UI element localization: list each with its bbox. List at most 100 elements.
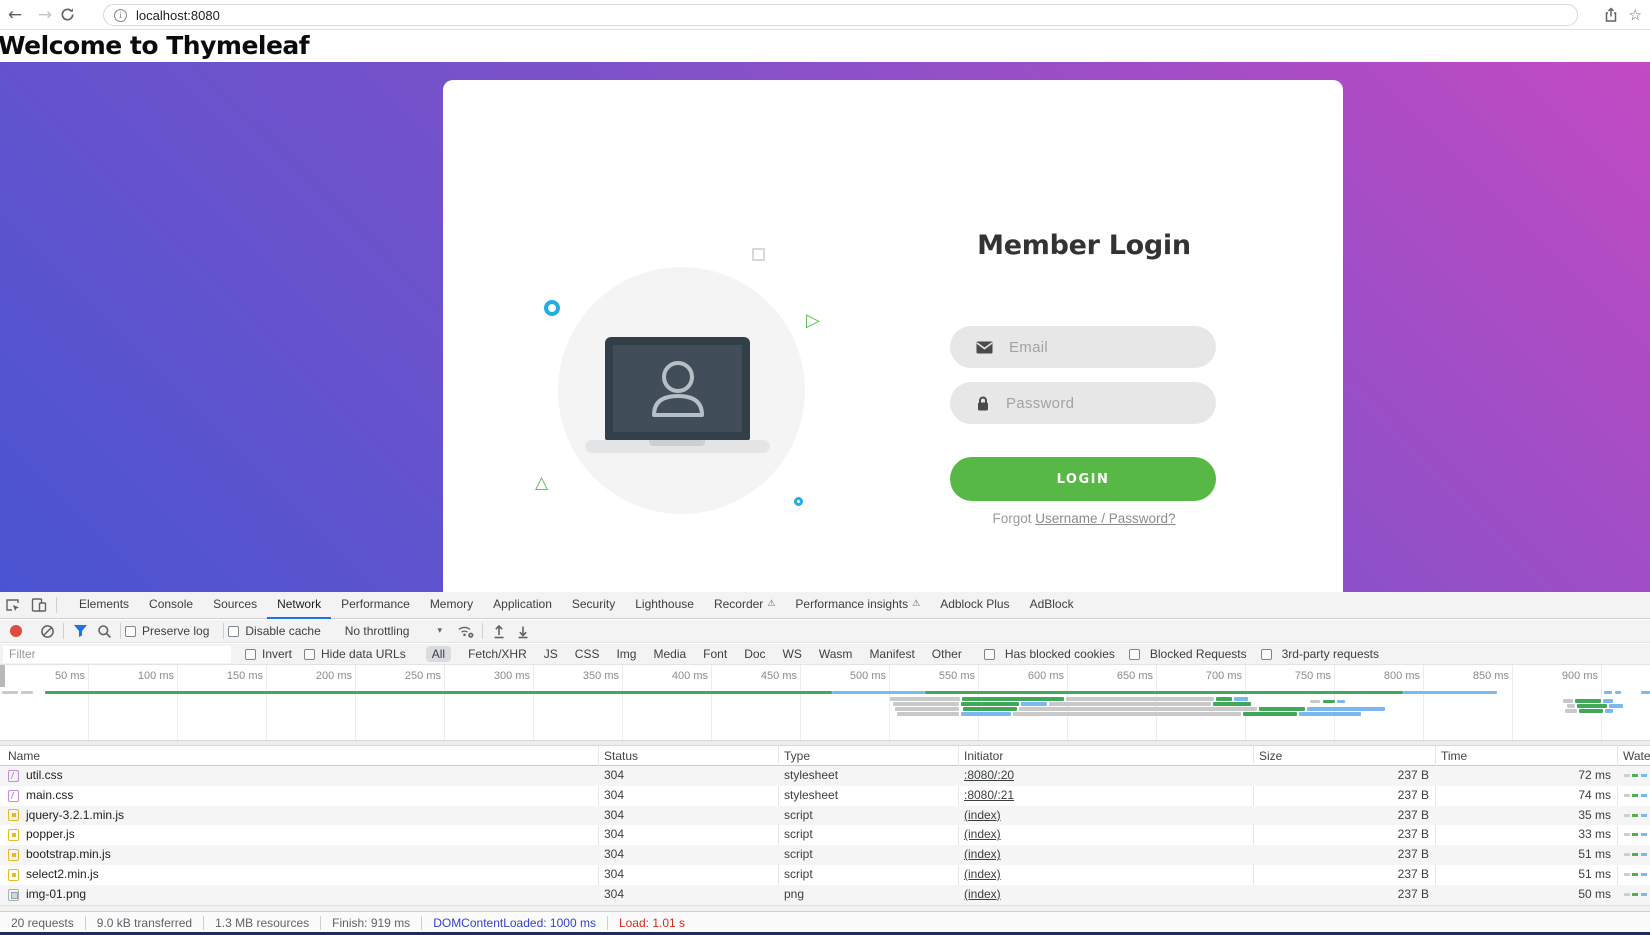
request-type-filter[interactable]: Wasm — [819, 647, 853, 661]
request-type-filter[interactable]: All — [425, 646, 452, 662]
has-blocked-cookies-checkbox[interactable] — [983, 648, 995, 660]
invert-checkbox[interactable] — [245, 648, 256, 660]
col-status[interactable]: Status — [604, 746, 638, 766]
col-time[interactable]: Time — [1441, 746, 1467, 766]
request-row[interactable]: select2.min.js 304 script (index) 237 B … — [0, 865, 1650, 885]
timeline-tick-label: 750 ms — [1294, 670, 1331, 682]
login-button[interactable]: LOGIN — [950, 457, 1216, 501]
request-type-filter[interactable]: Font — [703, 647, 727, 661]
devtools-tab[interactable]: Sources — [203, 592, 267, 619]
throttling-select[interactable]: No throttling ▾ — [345, 624, 442, 638]
request-name[interactable]: select2.min.js — [26, 865, 99, 885]
request-type-filter[interactable]: Doc — [744, 647, 765, 661]
request-name[interactable]: img-01.png — [26, 885, 86, 905]
decor-dot-icon — [794, 497, 803, 506]
devtools-tab[interactable]: Lighthouse — [625, 592, 704, 619]
devtools-tab[interactable]: Performance insights ⚠ — [785, 592, 930, 619]
filter-funnel-icon[interactable] — [68, 621, 92, 641]
request-initiator-link[interactable]: (index) — [964, 847, 1001, 861]
devtools-tab[interactable]: Console — [139, 592, 203, 619]
email-input[interactable] — [1009, 338, 1189, 356]
request-type-filter[interactable]: CSS — [575, 647, 600, 661]
site-info-icon[interactable]: i — [114, 8, 127, 22]
third-party-requests-label[interactable]: 3rd-party requests — [1282, 647, 1379, 661]
request-type-filter[interactable]: Manifest — [869, 647, 914, 661]
share-icon[interactable] — [1603, 7, 1619, 23]
network-filter-row: Invert Hide data URLs All Fetch/XHR JS C… — [0, 644, 1650, 665]
clear-icon[interactable] — [35, 621, 59, 641]
devtools-tab[interactable]: Network — [267, 592, 332, 619]
bookmark-star-icon[interactable]: ☆ — [1629, 6, 1642, 24]
record-icon[interactable] — [10, 625, 22, 637]
col-size[interactable]: Size — [1259, 746, 1282, 766]
preserve-log-checkbox[interactable] — [125, 625, 136, 637]
request-row[interactable]: img-01.png 304 png (index) 237 B 50 ms — [0, 884, 1650, 905]
request-row[interactable]: util.css 304 stylesheet :8080/:20 237 B … — [0, 766, 1650, 786]
waterfall-overview[interactable] — [0, 687, 1650, 740]
request-row[interactable]: jquery-3.2.1.min.js 304 script (index) 2… — [0, 805, 1650, 826]
back-icon[interactable]: ← — [0, 5, 30, 25]
device-toolbar-icon[interactable] — [26, 592, 52, 618]
devtools-tab[interactable]: Performance — [331, 592, 420, 619]
request-row[interactable]: main.css 304 stylesheet :8080/:21 237 B … — [0, 786, 1650, 806]
preserve-log-label[interactable]: Preserve log — [142, 624, 209, 638]
forgot-link[interactable]: Username / Password? — [1035, 511, 1175, 526]
request-type: stylesheet — [784, 768, 839, 782]
laptop-notch — [649, 440, 705, 446]
invert-label[interactable]: Invert — [262, 647, 292, 661]
third-party-requests-checkbox[interactable] — [1260, 648, 1272, 660]
devtools-tab[interactable]: Memory — [420, 592, 483, 619]
forward-icon[interactable]: → — [30, 5, 60, 25]
request-name[interactable]: jquery-3.2.1.min.js — [26, 806, 124, 826]
import-har-icon[interactable] — [487, 621, 511, 641]
password-input[interactable] — [1006, 394, 1186, 412]
request-name[interactable]: popper.js — [26, 825, 75, 845]
devtools-tab[interactable]: Elements — [69, 592, 139, 619]
request-row[interactable]: popper.js 304 script (index) 237 B 33 ms — [0, 825, 1650, 845]
address-bar[interactable]: i localhost:8080 — [103, 4, 1578, 26]
inspect-element-icon[interactable] — [0, 592, 26, 618]
blocked-requests-label[interactable]: Blocked Requests — [1150, 647, 1247, 661]
devtools-tab[interactable]: Recorder ⚠ — [704, 592, 785, 619]
request-name[interactable]: util.css — [26, 766, 63, 786]
request-initiator-link[interactable]: (index) — [964, 808, 1001, 822]
hide-data-urls-checkbox[interactable] — [304, 648, 316, 660]
network-filter-input[interactable] — [3, 645, 231, 663]
request-type-filter[interactable]: Fetch/XHR — [468, 647, 527, 661]
request-name[interactable]: bootstrap.min.js — [26, 845, 111, 865]
has-blocked-cookies-label[interactable]: Has blocked cookies — [1005, 647, 1115, 661]
request-type-filter[interactable]: Other — [932, 647, 962, 661]
col-name[interactable]: Name — [8, 746, 40, 766]
col-waterfall[interactable]: Waterfall — [1623, 746, 1650, 766]
request-type-filter[interactable]: Media — [653, 647, 686, 661]
request-type-filter[interactable]: WS — [783, 647, 802, 661]
network-conditions-icon[interactable] — [454, 621, 478, 641]
request-type-filter[interactable]: Img — [616, 647, 636, 661]
request-initiator-link[interactable]: :8080/:20 — [964, 768, 1014, 782]
disable-cache-checkbox[interactable] — [228, 625, 240, 637]
url-text[interactable]: localhost:8080 — [136, 8, 220, 23]
request-initiator-link[interactable]: :8080/:21 — [964, 788, 1014, 802]
hide-data-urls-label[interactable]: Hide data URLs — [321, 647, 406, 661]
request-initiator-link[interactable]: (index) — [964, 887, 1001, 901]
request-type-filter[interactable]: JS — [544, 647, 558, 661]
request-name[interactable]: main.css — [26, 786, 73, 806]
disable-cache-label[interactable]: Disable cache — [245, 624, 320, 638]
request-type: stylesheet — [784, 787, 839, 802]
devtools-tab[interactable]: Security — [562, 592, 625, 619]
search-icon[interactable] — [92, 621, 116, 641]
col-initiator[interactable]: Initiator — [964, 746, 1003, 766]
col-type[interactable]: Type — [784, 746, 810, 766]
request-row[interactable]: bootstrap.min.js 304 script (index) 237 … — [0, 845, 1650, 865]
request-initiator-link[interactable]: (index) — [964, 827, 1001, 841]
tab-label: Lighthouse — [635, 597, 694, 611]
blocked-requests-checkbox[interactable] — [1128, 648, 1140, 660]
request-type: script — [784, 807, 813, 822]
reload-icon[interactable] — [60, 7, 90, 22]
export-har-icon[interactable] — [511, 621, 535, 641]
devtools-tab[interactable]: Application — [483, 592, 562, 619]
devtools-tab[interactable]: Adblock Plus — [930, 592, 1019, 619]
request-initiator-link[interactable]: (index) — [964, 867, 1001, 881]
file-type-icon — [8, 888, 19, 901]
devtools-tab[interactable]: AdBlock — [1020, 592, 1084, 619]
